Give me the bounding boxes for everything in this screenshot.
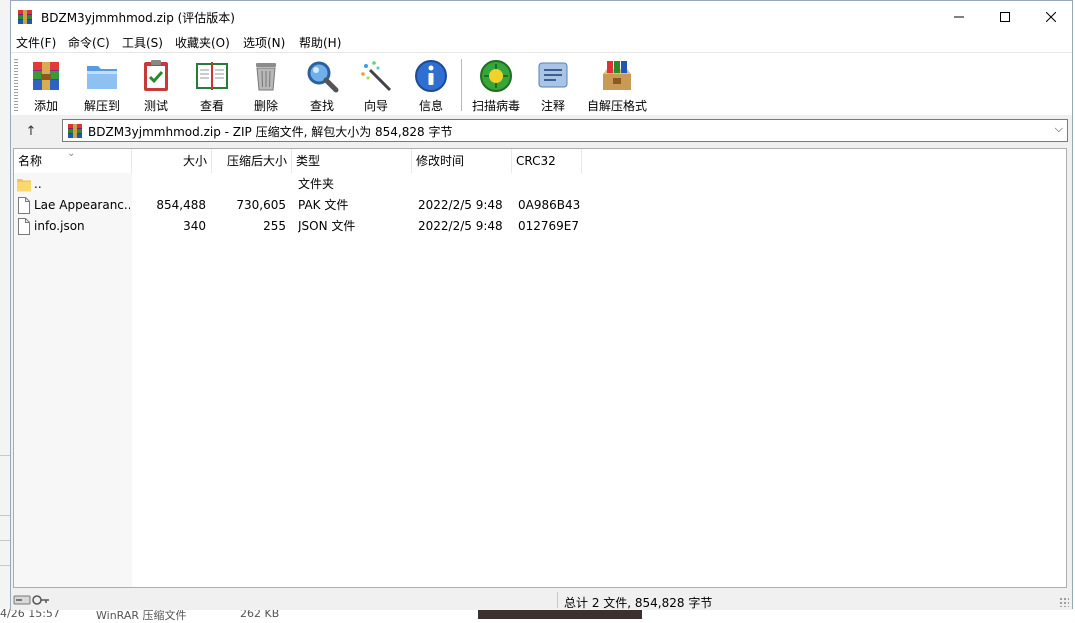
column-crc-label: CRC32 [516, 154, 556, 168]
column-name-label: 名称 [18, 154, 43, 168]
file-type: PAK 文件 [298, 198, 349, 212]
menu-help[interactable]: 帮助(H) [299, 34, 341, 51]
info-label: 信息 [418, 99, 443, 113]
menu-options[interactable]: 选项(N) [243, 34, 285, 51]
folder-icon [17, 179, 31, 192]
file-crc: 012769E7 [518, 219, 580, 233]
file-size: 340 [183, 219, 206, 233]
folder-extract-icon [87, 66, 117, 89]
file-size [132, 174, 206, 195]
column-header-name[interactable]: 名称 ⌄ [14, 149, 132, 173]
minimize-button[interactable] [936, 1, 982, 32]
file-type: JSON 文件 [298, 219, 356, 233]
file-icon [18, 218, 30, 235]
sfx-label: 自解压格式 [586, 99, 647, 113]
close-button[interactable] [1028, 1, 1074, 32]
column-header-packed[interactable]: 压缩后大小 [212, 149, 292, 173]
background-window-edge [0, 0, 10, 619]
menu-bar: 文件(F) 命令(C) 工具(S) 收藏夹(O) 选项(N) 帮助(H) [11, 32, 1072, 52]
archive-add-icon [33, 62, 59, 90]
menu-favorites[interactable]: 收藏夹(O) [175, 34, 230, 51]
column-headers: 名称 ⌄ 大小 压缩后大小 类型 修改时间 CRC32 [14, 149, 1066, 173]
up-button[interactable]: ↑ [22, 122, 40, 140]
sfx-button[interactable]: 自解压格式 [587, 55, 647, 115]
file-crc [518, 174, 588, 195]
virus-scan-icon [480, 60, 512, 92]
winrar-app-icon [18, 10, 32, 24]
file-packed: 255 [263, 219, 286, 233]
column-modified-label: 修改时间 [416, 154, 465, 168]
close-icon [1046, 11, 1056, 22]
column-header-modified[interactable]: 修改时间 [412, 149, 512, 173]
info-icon [415, 60, 447, 92]
file-packed: 730,605 [236, 198, 286, 212]
maximize-button[interactable] [982, 1, 1028, 32]
list-item-json[interactable]: info.json 340 255 JSON 文件 2022/2/5 9:48 … [14, 216, 1066, 237]
column-header-type[interactable]: 类型 [292, 149, 412, 173]
list-item-parent[interactable]: .. 文件夹 [14, 174, 1066, 195]
file-type: 文件夹 [298, 177, 335, 191]
file-modified: 2022/2/5 9:48 [418, 198, 503, 212]
wizard-button[interactable]: 向导 [349, 55, 403, 115]
address-bar: ↑ BDZM3yjmmhmod.zip - ZIP 压缩文件, 解包大小为 85… [11, 115, 1072, 147]
delete-button[interactable]: 删除 [239, 55, 293, 115]
column-size-label: 大小 [182, 154, 207, 168]
file-size: 854,488 [156, 198, 206, 212]
file-name: Lae Appearanc... [34, 198, 130, 212]
window-title: BDZM3yjmmhmod.zip (评估版本) [41, 11, 235, 25]
status-summary: 总计 2 文件, 854,828 字节 [564, 596, 713, 610]
menu-tools[interactable]: 工具(S) [122, 34, 163, 51]
file-list[interactable]: 名称 ⌄ 大小 压缩后大小 类型 修改时间 CRC32 .. 文件夹 Lae A… [13, 148, 1067, 588]
toolbar: 添加 解压到 测试 查看 删除 查找 向导 信息 扫描病毒 注释 自解压格式 [11, 52, 1072, 116]
toolbar-separator [461, 59, 462, 111]
file-packed [212, 174, 286, 195]
column-header-size[interactable]: 大小 [132, 149, 212, 173]
background-explorer-row: 4/26 15:57 WinRAR 压缩文件 262 KB [0, 607, 1075, 622]
menu-file[interactable]: 文件(F) [16, 34, 56, 51]
list-item-pak[interactable]: Lae Appearanc... 854,488 730,605 PAK 文件 … [14, 195, 1066, 216]
test-button[interactable]: 测试 [129, 55, 183, 115]
clipboard-test-icon [144, 60, 168, 91]
column-type-label: 类型 [296, 154, 321, 168]
column-header-crc[interactable]: CRC32 [512, 149, 582, 173]
comment-label: 注释 [540, 99, 565, 113]
extract-to-button[interactable]: 解压到 [75, 55, 129, 115]
maximize-icon [1000, 11, 1010, 22]
book-view-icon [196, 62, 228, 90]
trash-icon [256, 63, 276, 91]
title-bar[interactable]: BDZM3yjmmhmod.zip (评估版本) [11, 1, 1072, 32]
view-button[interactable]: 查看 [185, 55, 239, 115]
minimize-icon [954, 16, 964, 17]
archive-icon [68, 124, 82, 138]
menu-command[interactable]: 命令(C) [68, 34, 110, 51]
path-combobox[interactable]: BDZM3yjmmhmod.zip - ZIP 压缩文件, 解包大小为 854,… [62, 119, 1068, 142]
drive-icon [13, 595, 31, 605]
magnifier-icon [307, 61, 339, 93]
status-bar: 总计 2 文件, 854,828 字节 [11, 590, 1072, 610]
key-icon [32, 595, 49, 605]
virus-scan-button[interactable]: 扫描病毒 [469, 55, 523, 115]
up-arrow-icon: ↑ [25, 123, 37, 139]
column-packed-label: 压缩后大小 [226, 154, 287, 168]
file-modified: 2022/2/5 9:48 [418, 219, 503, 233]
winrar-window: BDZM3yjmmhmod.zip (评估版本) 文件(F) 命令(C) 工具(… [10, 0, 1073, 610]
comment-button[interactable]: 注释 [526, 55, 580, 115]
add-button[interactable]: 添加 [19, 55, 73, 115]
info-button[interactable]: 信息 [404, 55, 458, 115]
chevron-down-icon[interactable]: ⌵ [1055, 122, 1063, 136]
file-icon [18, 197, 30, 214]
file-modified [418, 174, 512, 195]
sfx-archive-icon [603, 61, 631, 90]
path-text: BDZM3yjmmhmod.zip - ZIP 压缩文件, 解包大小为 854,… [88, 125, 453, 139]
comment-icon [538, 62, 568, 88]
file-name: info.json [34, 219, 85, 233]
sort-down-icon: ⌄ [67, 148, 76, 159]
status-divider [557, 592, 558, 608]
magic-wand-icon [361, 61, 392, 92]
file-name: .. [34, 177, 42, 191]
file-crc: 0A986B43 [518, 198, 581, 212]
find-button[interactable]: 查找 [295, 55, 349, 115]
resize-grip[interactable] [1059, 597, 1069, 607]
